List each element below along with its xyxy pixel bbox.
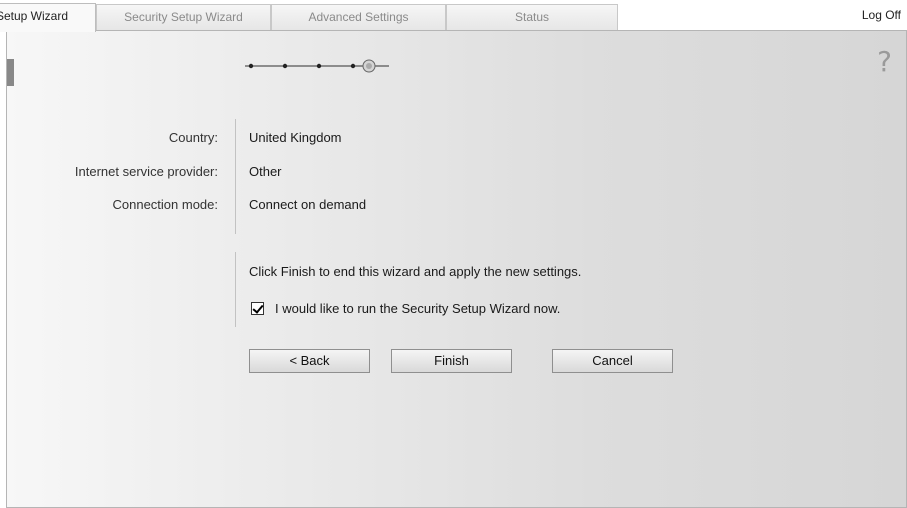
step-dot-2 — [282, 63, 288, 69]
step-dot-3 — [316, 63, 322, 69]
security-wizard-checkbox[interactable] — [251, 302, 264, 315]
finish-divider — [235, 252, 236, 327]
wizard-progress-indicator — [245, 59, 389, 73]
country-value: United Kingdom — [249, 130, 342, 145]
security-wizard-checkbox-row[interactable]: I would like to run the Security Setup W… — [251, 301, 560, 316]
back-button[interactable]: < Back — [249, 349, 370, 373]
wizard-panel: ? Country: United Kingdom Internet servi… — [6, 30, 907, 508]
finish-button[interactable]: Finish — [391, 349, 512, 373]
isp-label: Internet service provider: — [74, 164, 218, 179]
connection-mode-label: Connection mode: — [112, 197, 218, 212]
connection-mode-value: Connect on demand — [249, 197, 367, 212]
tab-setup-wizard[interactable]: Setup Wizard — [0, 3, 96, 32]
step-dot-4 — [350, 63, 356, 69]
sidebar-marker — [7, 59, 14, 86]
tab-bar: Security Setup Wizard Advanced Settings … — [0, 0, 907, 32]
step-dot-1 — [248, 63, 254, 69]
cancel-button[interactable]: Cancel — [552, 349, 673, 373]
tab-advanced-settings[interactable]: Advanced Settings — [271, 4, 446, 30]
step-dot-current-inner — [366, 63, 372, 69]
logoff-link[interactable]: Log Off — [862, 8, 901, 22]
security-wizard-checkbox-label: I would like to run the Security Setup W… — [275, 301, 561, 316]
tab-security-setup-wizard[interactable]: Security Setup Wizard — [96, 4, 271, 30]
isp-value: Other — [249, 164, 282, 179]
country-label: Country: — [168, 130, 218, 145]
help-icon[interactable]: ? — [877, 45, 892, 78]
summary-divider — [235, 119, 236, 234]
tab-status[interactable]: Status — [446, 4, 618, 30]
finish-instruction: Click Finish to end this wizard and appl… — [249, 264, 582, 279]
